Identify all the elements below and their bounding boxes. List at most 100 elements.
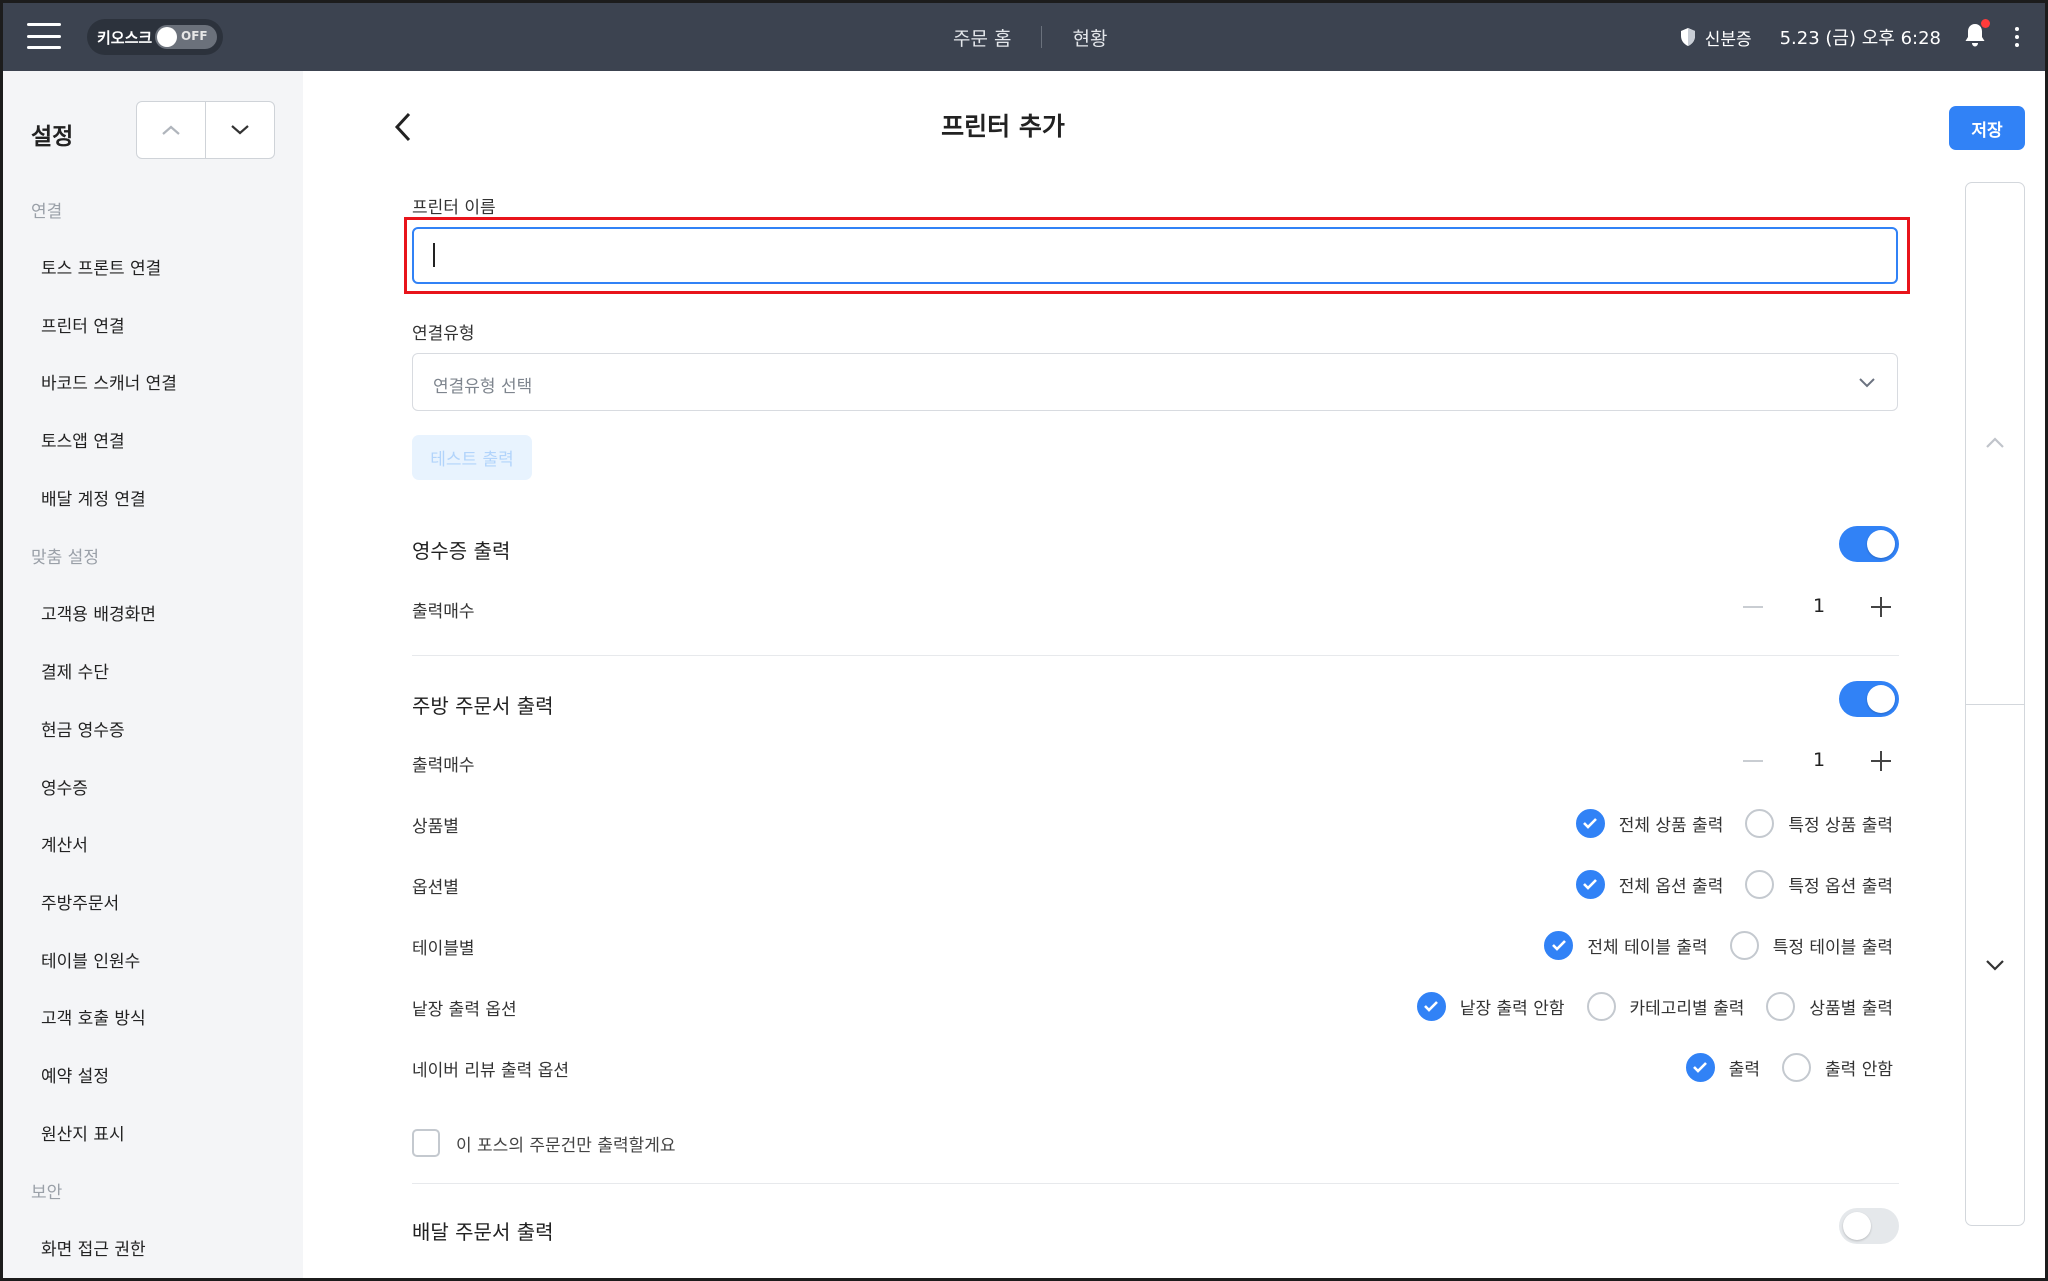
id-verify-label: 신분증 <box>1704 29 1752 50</box>
by-table-label: 테이블별 <box>412 939 475 959</box>
id-verify-button[interactable]: 신분증 <box>1679 25 1752 50</box>
check-circle-icon <box>1575 869 1605 899</box>
option-print[interactable]: 출력 <box>1685 1052 1761 1082</box>
option-specific-options[interactable]: 특정 옵션 출력 <box>1745 869 1893 899</box>
sidebar-item-screen-access[interactable]: 화면 접근 권한 <box>3 1222 303 1278</box>
sidebar-item-invoice[interactable]: 계산서 <box>3 818 303 876</box>
printer-name-input[interactable] <box>412 227 1898 284</box>
receipt-print-title: 영수증 출력 <box>412 539 511 563</box>
option-no-single-sheet[interactable]: 낱장 출력 안함 <box>1416 991 1565 1021</box>
checkbox-icon <box>412 1129 440 1157</box>
by-product-options: 전체 상품 출력 특정 상품 출력 <box>1554 808 1893 838</box>
sidebar-item-cash-receipt[interactable]: 현금 영수증 <box>3 703 303 761</box>
option-no-print[interactable]: 출력 안함 <box>1782 1052 1893 1082</box>
check-circle-icon <box>1544 930 1574 960</box>
datetime: 5.23 (금) 오후 6:28 <box>1779 28 1941 49</box>
only-this-pos-label: 이 포스의 주문건만 출력할게요 <box>456 1135 676 1156</box>
sidebar-item-origin-display[interactable]: 원산지 표시 <box>3 1107 303 1165</box>
check-circle-icon <box>1416 991 1446 1021</box>
menu-icon[interactable] <box>27 23 61 49</box>
option-label: 특정 옵션 출력 <box>1788 876 1893 897</box>
by-table-options: 전체 테이블 출력 특정 테이블 출력 <box>1522 930 1893 960</box>
top-right-group: 신분증 5.23 (금) 오후 6:28 <box>1679 3 2045 71</box>
option-all-products[interactable]: 전체 상품 출력 <box>1575 808 1723 838</box>
by-option-label: 옵션별 <box>412 878 459 898</box>
kitchen-print-toggle[interactable] <box>1839 681 1899 717</box>
kiosk-switch[interactable]: OFF <box>155 25 217 49</box>
minus-icon[interactable] <box>1739 743 1769 779</box>
kitchen-print-title: 주방 주문서 출력 <box>412 694 554 718</box>
connection-type-placeholder: 연결유형 선택 <box>433 377 533 397</box>
only-this-pos-checkbox[interactable]: 이 포스의 주문건만 출력할게요 <box>412 1129 676 1157</box>
option-all-tables[interactable]: 전체 테이블 출력 <box>1544 930 1708 960</box>
check-circle-icon <box>1685 1052 1715 1082</box>
kiosk-label: 키오스크 <box>97 28 153 47</box>
sidebar-section-custom: 맞춤 설정 <box>31 548 99 569</box>
delivery-print-toggle[interactable] <box>1839 1208 1899 1244</box>
scroll-up-button[interactable] <box>137 102 205 158</box>
option-specific-tables[interactable]: 특정 테이블 출력 <box>1729 930 1893 960</box>
plus-icon[interactable] <box>1863 743 1899 779</box>
kitchen-copies-stepper: 1 <box>1739 743 1899 779</box>
option-by-product[interactable]: 상품별 출력 <box>1766 991 1893 1021</box>
back-button[interactable] <box>393 111 413 147</box>
circle-icon <box>1729 930 1759 960</box>
scroll-down-button[interactable] <box>206 102 274 158</box>
receipt-copies-label: 출력매수 <box>412 602 475 622</box>
kitchen-copies-label: 출력매수 <box>412 756 475 776</box>
naver-review-label: 네이버 리뷰 출력 옵션 <box>412 1061 569 1081</box>
printer-name-label: 프린터 이름 <box>412 198 496 218</box>
test-print-button[interactable]: 테스트 출력 <box>412 435 532 480</box>
divider <box>412 655 1899 656</box>
circle-icon <box>1745 808 1775 838</box>
connection-type-select[interactable]: 연결유형 선택 <box>412 353 1898 411</box>
plus-icon[interactable] <box>1863 589 1899 625</box>
sidebar-item-toss-app[interactable]: 토스앱 연결 <box>3 414 303 472</box>
sidebar-item-receipt[interactable]: 영수증 <box>3 761 303 819</box>
tab-order-home[interactable]: 주문 홈 <box>923 24 1041 51</box>
app-window: 키오스크 OFF 주문 홈 현황 신분증 5.23 (금) 오후 6:28 설정… <box>0 0 2048 1281</box>
receipt-copies-value: 1 <box>1812 595 1826 617</box>
option-label: 출력 안함 <box>1825 1059 1893 1080</box>
save-button[interactable]: 저장 <box>1949 106 2025 150</box>
option-specific-products[interactable]: 특정 상품 출력 <box>1745 808 1893 838</box>
check-circle-icon <box>1575 808 1605 838</box>
option-all-options[interactable]: 전체 옵션 출력 <box>1575 869 1724 899</box>
sidebar-item-printer[interactable]: 프린터 연결 <box>3 299 303 357</box>
sidebar-item-reservation[interactable]: 예약 설정 <box>3 1049 303 1107</box>
toggle-knob <box>1843 1212 1871 1240</box>
sidebar-item-toss-front[interactable]: 토스 프론트 연결 <box>3 241 303 299</box>
more-icon[interactable] <box>2015 27 2019 47</box>
notification-button[interactable] <box>1963 19 1990 52</box>
single-sheet-label: 낱장 출력 옵션 <box>412 1000 517 1020</box>
receipt-print-toggle[interactable] <box>1839 526 1899 562</box>
connection-type-label: 연결유형 <box>412 324 475 344</box>
option-label: 카테고리별 출력 <box>1629 998 1745 1019</box>
divider <box>412 1278 1899 1279</box>
kiosk-toggle[interactable]: 키오스크 OFF <box>87 19 223 55</box>
minus-icon[interactable] <box>1739 589 1769 625</box>
page-scroll-up-button[interactable] <box>1966 183 2024 703</box>
tab-status[interactable]: 현황 <box>1042 24 1137 51</box>
option-label: 특정 상품 출력 <box>1788 815 1893 836</box>
top-tabs: 주문 홈 현황 <box>923 3 1137 71</box>
sidebar-item-payment-methods[interactable]: 결제 수단 <box>3 645 303 703</box>
option-by-category[interactable]: 카테고리별 출력 <box>1586 991 1745 1021</box>
page-scroll-down-button[interactable] <box>1966 705 2024 1225</box>
option-label: 출력 <box>1728 1059 1761 1080</box>
chevron-up-icon <box>162 125 180 135</box>
option-label: 전체 옵션 출력 <box>1618 876 1724 897</box>
sidebar-item-table-headcount[interactable]: 테이블 인원수 <box>3 934 303 992</box>
circle-icon <box>1782 1052 1812 1082</box>
toggle-knob <box>1867 685 1895 713</box>
sidebar-item-delivery-account[interactable]: 배달 계정 연결 <box>3 472 303 530</box>
page-scroller <box>1965 182 2025 1226</box>
sidebar-item-customer-wallpaper[interactable]: 고객용 배경화면 <box>3 587 303 645</box>
sidebar-item-kitchen-order[interactable]: 주방주문서 <box>3 876 303 934</box>
circle-icon <box>1586 991 1616 1021</box>
sidebar-item-customer-call[interactable]: 고객 호출 방식 <box>3 991 303 1049</box>
circle-icon <box>1766 991 1796 1021</box>
sidebar-item-barcode-scanner[interactable]: 바코드 스캐너 연결 <box>3 356 303 414</box>
shield-icon <box>1680 28 1695 46</box>
circle-icon <box>1745 869 1775 899</box>
